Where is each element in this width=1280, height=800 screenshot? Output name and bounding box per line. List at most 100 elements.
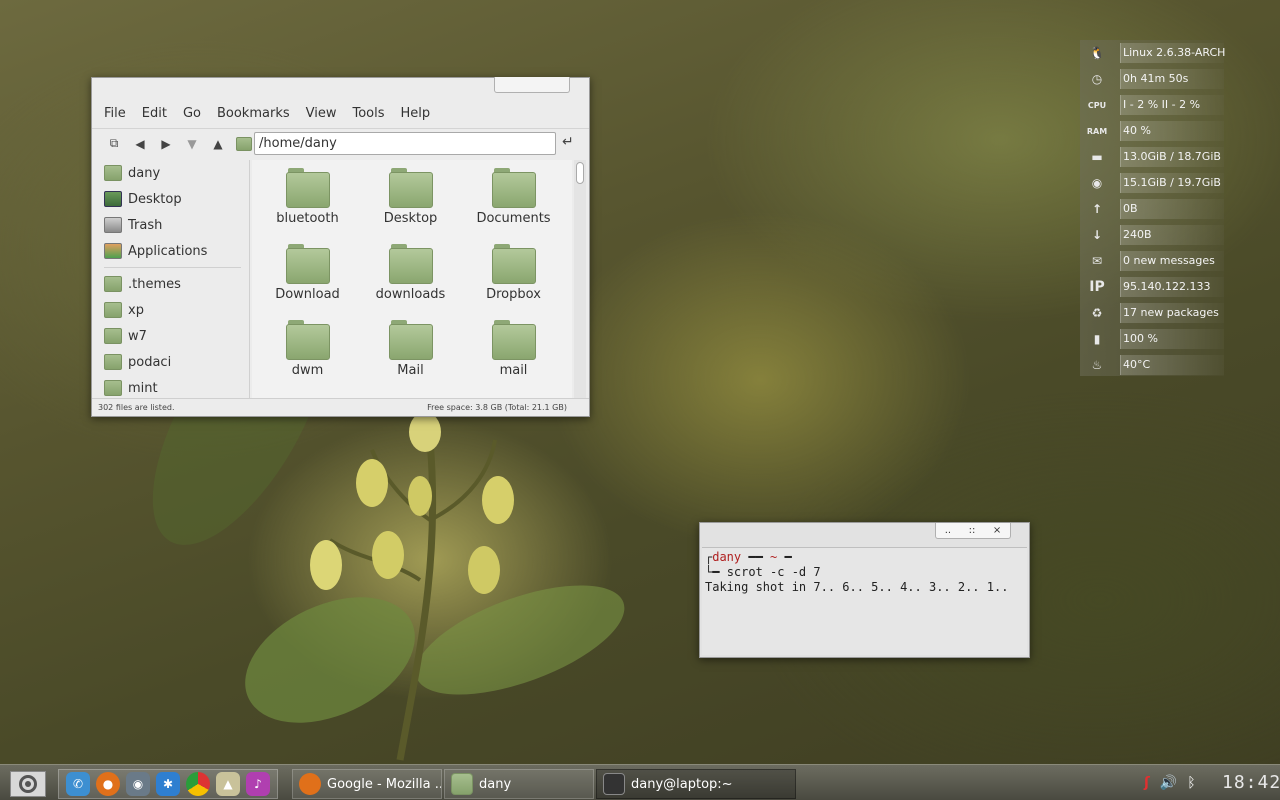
minimize-button[interactable]: .. <box>945 525 951 536</box>
task-label: dany@laptop:~ <box>631 776 733 792</box>
go-icon[interactable]: ↵ <box>562 134 574 150</box>
chrome-icon[interactable] <box>186 772 210 796</box>
forward-icon[interactable]: ▶ <box>156 134 176 154</box>
sidebar-item-label: mint <box>128 380 158 396</box>
up-icon[interactable]: ▲ <box>208 134 228 154</box>
recycle-icon: ♻ <box>1091 306 1103 320</box>
start-icon <box>19 775 37 793</box>
conky-row-ip: IP 95.140.122.133 <box>1080 274 1224 300</box>
back-icon[interactable]: ◀ <box>130 134 150 154</box>
battery-value: 100 % <box>1120 329 1224 349</box>
file-label: Download <box>275 287 340 302</box>
volume-icon[interactable]: 🔊 <box>1160 775 1177 791</box>
conky-row-upload: ↑ 0B <box>1080 196 1224 222</box>
folder-icon <box>388 320 433 360</box>
task-terminal[interactable]: dany@laptop:~ <box>596 769 796 799</box>
free-space: Free space: 3.8 GB (Total: 21.1 GB) <box>427 403 567 412</box>
network-icon[interactable]: ʃ <box>1144 775 1150 791</box>
conky-row-ram: RAM 40 % <box>1080 118 1224 144</box>
sidebar-item-label: dany <box>128 165 161 181</box>
task-firefox[interactable]: Google - Mozilla ... <box>292 769 442 799</box>
terminal-window[interactable]: .. :: × ┌dany ━━ ~ ━ └━ scrot -c -d 7 Ta… <box>699 522 1030 658</box>
menu-file[interactable]: File <box>104 106 126 121</box>
path-input[interactable] <box>254 132 556 155</box>
file-item[interactable]: Mail <box>359 320 462 396</box>
file-item[interactable]: dwm <box>256 320 359 396</box>
file-label: Desktop <box>383 211 438 226</box>
eye-icon[interactable]: ◉ <box>126 772 150 796</box>
sidebar-item-podaci[interactable]: podaci <box>96 349 249 375</box>
menu-bookmarks[interactable]: Bookmarks <box>217 106 290 121</box>
folder-icon <box>491 320 536 360</box>
file-item[interactable]: mail <box>462 320 565 396</box>
folder-icon <box>451 773 473 795</box>
upload-icon: ↑ <box>1091 202 1103 216</box>
menu-view[interactable]: View <box>306 106 337 121</box>
vlc-icon[interactable]: ▲ <box>216 772 240 796</box>
command-line: └━ scrot -c -d 7 <box>705 565 821 579</box>
start-menu-button[interactable] <box>10 771 46 797</box>
music-player-icon[interactable]: ♪ <box>246 772 270 796</box>
file-item[interactable]: Dropbox <box>462 244 565 320</box>
conky-row-temperature: ♨ 40°C <box>1080 352 1224 378</box>
menu-edit[interactable]: Edit <box>142 106 167 121</box>
folder-icon <box>285 168 330 208</box>
firefox-icon[interactable]: ● <box>96 772 120 796</box>
disk-icon: ◉ <box>1091 176 1103 190</box>
file-item[interactable]: Desktop <box>359 168 462 244</box>
sidebar-item-dany[interactable]: dany <box>96 160 249 186</box>
prompt-user: dany <box>712 550 742 564</box>
bluetooth-icon[interactable]: ᛒ <box>1187 775 1195 791</box>
sidebar-item-applications[interactable]: Applications <box>96 238 249 264</box>
folder-icon <box>104 328 122 344</box>
system-monitor: 🐧 Linux 2.6.38-ARCH ◷ 0h 41m 50s CPU I -… <box>1080 40 1225 378</box>
menu-tools[interactable]: Tools <box>352 106 384 121</box>
download-icon: ↓ <box>1091 228 1103 242</box>
file-item[interactable]: Documents <box>462 168 565 244</box>
kde-icon[interactable]: ✱ <box>156 772 180 796</box>
file-label: downloads <box>375 287 446 302</box>
chat-icon[interactable]: ✆ <box>66 772 90 796</box>
file-item[interactable]: downloads <box>359 244 462 320</box>
file-view: bluetooth Desktop Documents Download dow… <box>252 160 572 398</box>
home-icon[interactable] <box>234 134 254 154</box>
conky-row-mail: ✉ 0 new messages <box>1080 248 1224 274</box>
sidebar-item-trash[interactable]: Trash <box>96 212 249 238</box>
file-manager-window: File Edit Go Bookmarks View Tools Help ⧉… <box>91 77 590 417</box>
task-label: Google - Mozilla ... <box>327 776 442 792</box>
sidebar: dany Desktop Trash Applications .themes … <box>96 160 250 398</box>
folder-icon <box>104 380 122 396</box>
sidebar-item-w7[interactable]: w7 <box>96 323 249 349</box>
scrollbar-thumb[interactable] <box>576 162 584 184</box>
taskbar: ✆ ● ◉ ✱ ▲ ♪ Google - Mozilla ... dany da… <box>0 764 1280 800</box>
applications-icon <box>104 243 122 259</box>
close-button[interactable]: × <box>993 525 1001 536</box>
mail-value: 0 new messages <box>1120 251 1224 271</box>
ip-value: 95.140.122.133 <box>1120 277 1224 297</box>
sidebar-item-xp[interactable]: xp <box>96 297 249 323</box>
home-folder-icon <box>104 165 122 181</box>
file-item[interactable]: Download <box>256 244 359 320</box>
menu-go[interactable]: Go <box>183 106 201 121</box>
sidebar-item-desktop[interactable]: Desktop <box>96 186 249 212</box>
sidebar-item-label: Applications <box>128 243 208 259</box>
sidebar-item-label: Trash <box>128 217 163 233</box>
window-title-tab[interactable] <box>494 77 570 93</box>
conky-row-download: ↓ 240B <box>1080 222 1224 248</box>
maximize-button[interactable]: :: <box>969 525 976 536</box>
menu-help[interactable]: Help <box>401 106 431 121</box>
sidebar-item-themes[interactable]: .themes <box>96 271 249 297</box>
uptime-value: 0h 41m 50s <box>1120 69 1224 89</box>
new-tab-icon[interactable]: ⧉ <box>104 134 124 154</box>
file-item[interactable]: bluetooth <box>256 168 359 244</box>
vertical-scrollbar[interactable] <box>574 160 586 398</box>
terminal-output[interactable]: ┌dany ━━ ~ ━ └━ scrot -c -d 7 Taking sho… <box>702 547 1027 655</box>
toolbar: ⧉ ◀ ▶ ▼ ▲ ↵ <box>92 128 589 158</box>
task-file-manager[interactable]: dany <box>444 769 594 799</box>
desktop-icon <box>104 191 122 207</box>
menu-bar: File Edit Go Bookmarks View Tools Help <box>92 100 589 126</box>
history-dropdown-icon[interactable]: ▼ <box>182 134 202 154</box>
upload-value: 0B <box>1120 199 1224 219</box>
folder-icon <box>388 168 433 208</box>
clock[interactable]: 18:42 <box>1222 772 1280 793</box>
